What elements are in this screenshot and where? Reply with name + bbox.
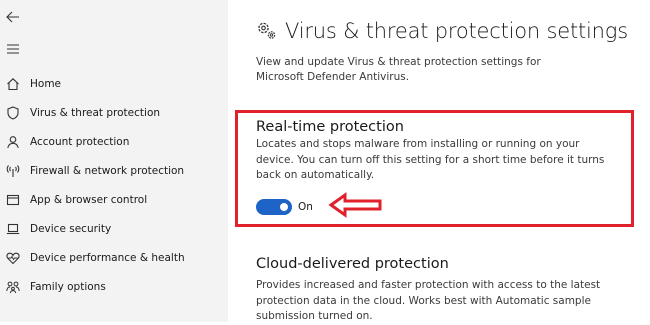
laptop-icon	[4, 220, 22, 238]
sidebar-item-home[interactable]: Home	[0, 70, 228, 98]
toggle-state-label: On	[298, 201, 313, 213]
sidebar-item-label: Virus & threat protection	[30, 107, 161, 119]
sidebar-item-label: Device performance & health	[30, 252, 185, 264]
heart-icon	[4, 249, 22, 267]
sidebar-item-family-options[interactable]: Family options	[0, 273, 228, 301]
sidebar-item-label: App & browser control	[30, 194, 148, 206]
sidebar-item-label: Account protection	[30, 136, 130, 148]
toggle-knob	[280, 203, 288, 211]
realtime-protection-title: Real-time protection	[256, 119, 404, 135]
page-description: View and update Virus & threat protectio…	[256, 56, 541, 83]
family-icon	[4, 278, 22, 296]
wireless-icon	[4, 162, 22, 180]
back-arrow-icon	[6, 11, 19, 23]
sidebar-item-device-security[interactable]: Device security	[0, 215, 228, 243]
sidebar: Home Virus & threat protection Account p…	[0, 0, 228, 322]
sidebar-item-label: Device security	[30, 223, 112, 235]
page-title: Virus & threat protection settings	[285, 19, 628, 43]
sidebar-item-label: Family options	[30, 281, 106, 293]
home-icon	[4, 75, 22, 93]
gears-icon	[258, 22, 276, 39]
menu-button[interactable]	[4, 41, 22, 57]
cloud-protection-description: Provides increased and faster protection…	[256, 279, 601, 322]
sidebar-item-firewall-network-protection[interactable]: Firewall & network protection	[0, 157, 228, 185]
hamburger-menu-icon	[7, 44, 19, 54]
sidebar-item-app-browser-control[interactable]: App & browser control	[0, 186, 228, 214]
realtime-protection-description: Locates and stops malware from installin…	[256, 138, 605, 181]
sidebar-item-label: Firewall & network protection	[30, 165, 185, 177]
sidebar-item-label: Home	[30, 78, 62, 90]
shield-icon	[4, 104, 22, 122]
sidebar-item-virus-threat-protection[interactable]: Virus & threat protection	[0, 99, 228, 127]
browser-window-icon	[4, 191, 22, 209]
sidebar-item-account-protection[interactable]: Account protection	[0, 128, 228, 156]
cloud-protection-title: Cloud-delivered protection	[256, 256, 449, 272]
annotation-arrow-icon	[328, 192, 382, 218]
sidebar-item-device-performance-health[interactable]: Device performance & health	[0, 244, 228, 272]
person-icon	[4, 133, 22, 151]
realtime-protection-toggle[interactable]	[256, 199, 292, 215]
main-content: Virus & threat protection settings View …	[228, 0, 650, 322]
back-button[interactable]	[4, 8, 22, 26]
